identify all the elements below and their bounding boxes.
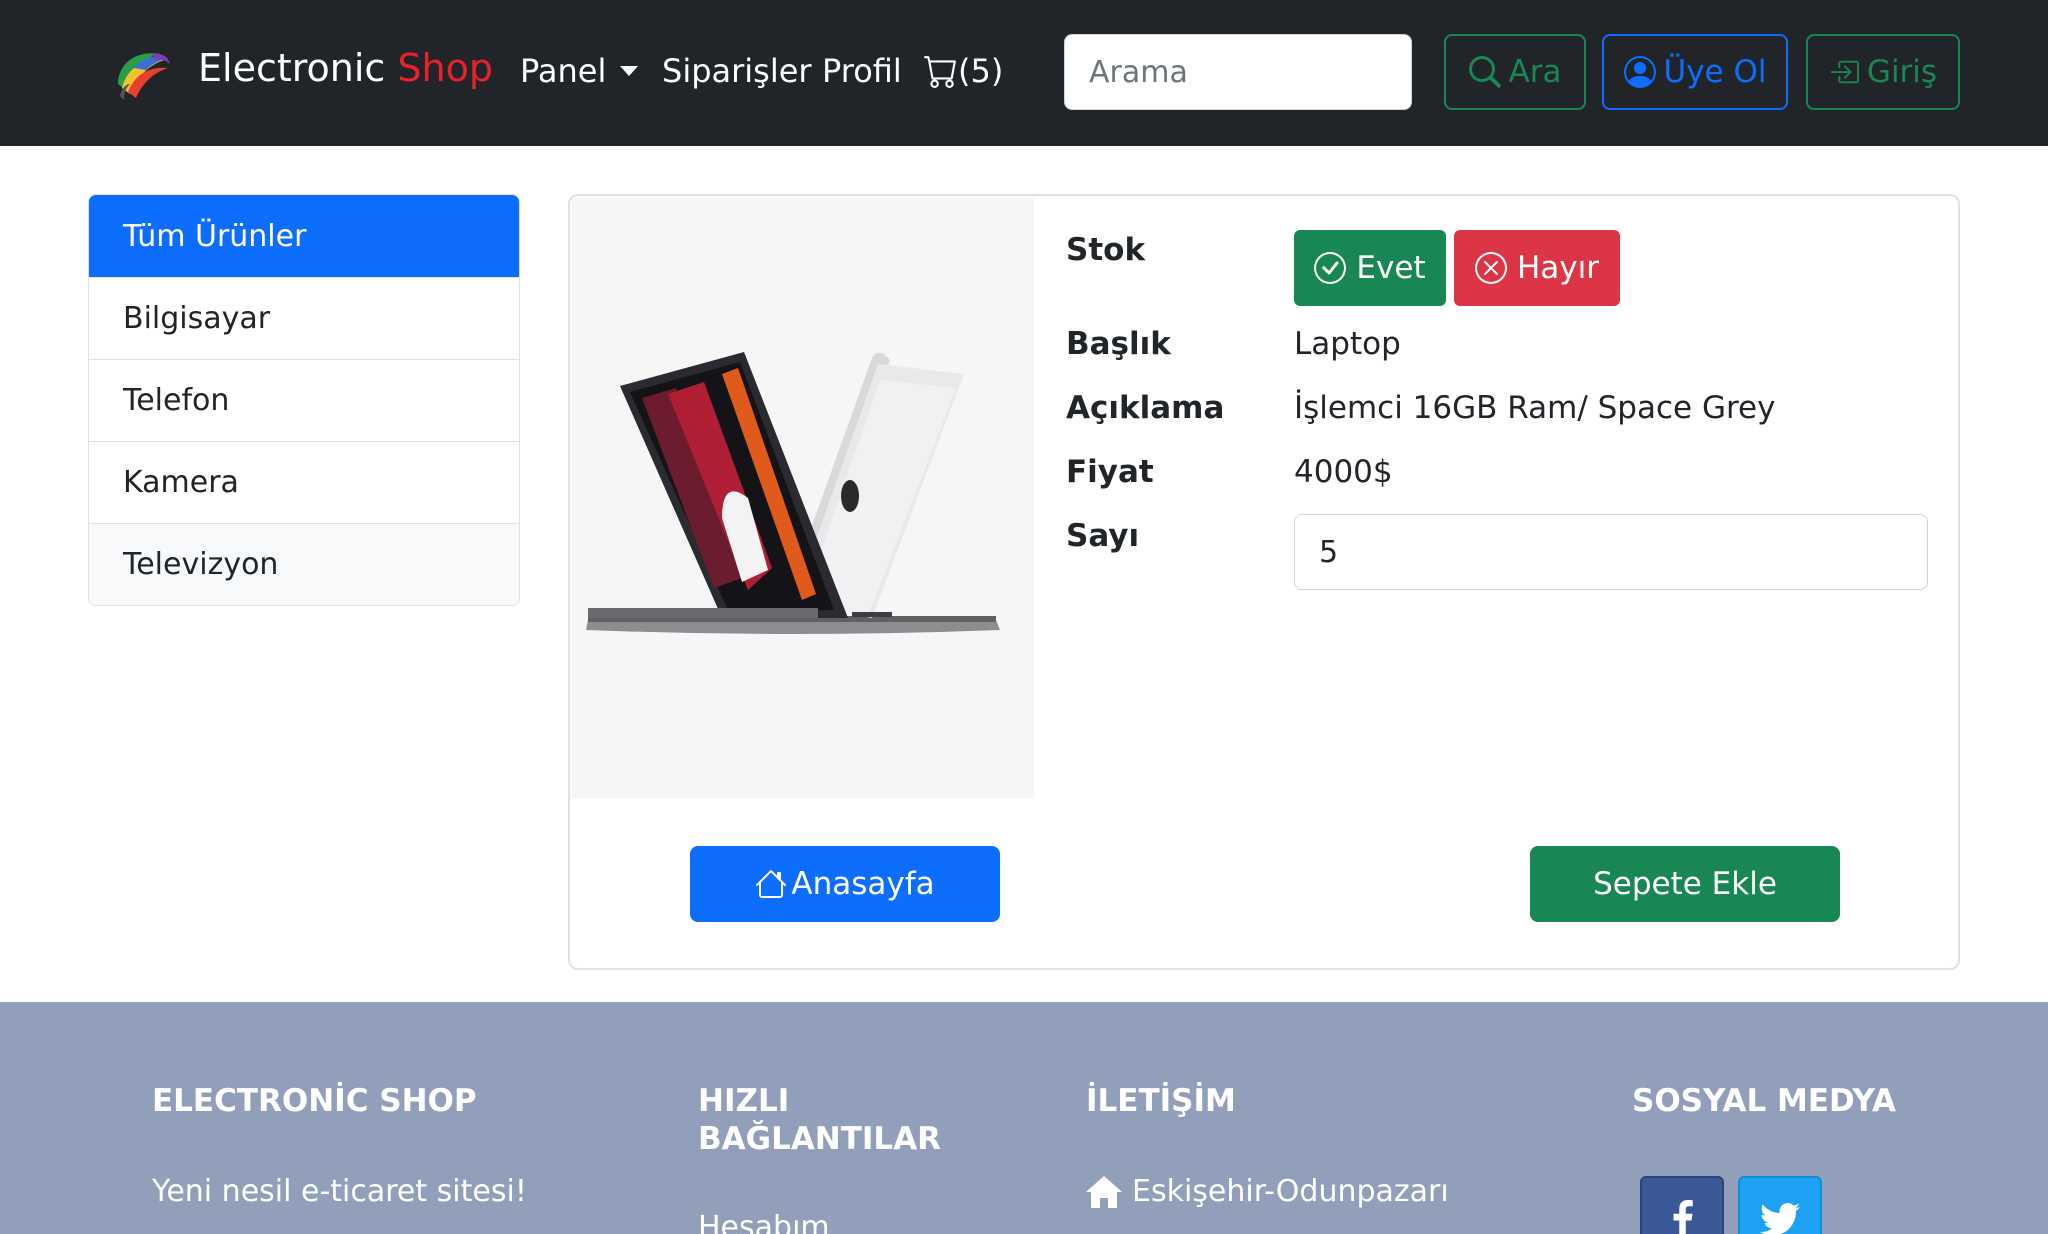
home-icon	[1086, 1175, 1122, 1208]
brand-accent: Shop	[397, 46, 493, 90]
nav-cart-link[interactable]: (5)	[924, 52, 1003, 90]
stock-yes-label: Evet	[1356, 250, 1426, 286]
price-value: 4000$	[1294, 454, 1393, 490]
category-list: Tüm Ürünler Bilgisayar Telefon Kamera Te…	[88, 194, 520, 606]
stock-yes-button[interactable]: Evet	[1294, 230, 1446, 306]
category-item-camera[interactable]: Kamera	[89, 441, 519, 523]
chevron-down-icon	[620, 66, 639, 76]
footer-about-heading: ELECTRONİC SHOP	[152, 1083, 477, 1119]
product-image	[572, 198, 1034, 798]
search-button-label: Ara	[1508, 54, 1562, 90]
footer-links-heading: HIZLI BAĞLANTILAR	[698, 1082, 941, 1158]
footer-social-heading: SOSYAL MEDYA	[1632, 1083, 1896, 1119]
register-button[interactable]: Üye Ol	[1602, 34, 1788, 110]
title-value: Laptop	[1294, 326, 1401, 362]
category-item-computer[interactable]: Bilgisayar	[89, 277, 519, 359]
category-item-all[interactable]: Tüm Ürünler	[89, 195, 519, 277]
product-card: Stok Evet Hayır Başlık Laptop Açıklama İ…	[568, 194, 1960, 970]
category-item-phone[interactable]: Telefon	[89, 359, 519, 441]
login-button-label: Giriş	[1866, 54, 1938, 90]
register-button-label: Üye Ol	[1663, 54, 1767, 90]
nav-orders-link[interactable]: Siparişler	[662, 52, 812, 90]
title-label: Başlık	[1066, 326, 1171, 362]
footer-links-heading-line2: BAĞLANTILAR	[698, 1121, 942, 1157]
footer: ELECTRONİC SHOP Yeni nesil e-ticaret sit…	[0, 1002, 2048, 1234]
home-button-label: Anasayfa	[791, 866, 935, 902]
home-button[interactable]: Anasayfa	[690, 846, 1000, 922]
x-circle-icon	[1474, 252, 1507, 284]
footer-link-account[interactable]: Hesabım	[698, 1210, 830, 1234]
navbar: Electronic Shop Panel Siparişler Profil …	[0, 0, 2048, 146]
description-label: Açıklama	[1066, 390, 1225, 426]
facebook-icon	[1673, 1200, 1693, 1234]
add-to-cart-button[interactable]: Sepete Ekle	[1530, 846, 1840, 922]
search-icon	[1468, 56, 1501, 88]
footer-links-heading-line1: HIZLI	[698, 1083, 790, 1119]
house-icon	[756, 870, 787, 898]
twitter-button[interactable]	[1738, 1176, 1822, 1234]
search-button[interactable]: Ara	[1444, 34, 1586, 110]
footer-contact-heading: İLETİŞİM	[1086, 1083, 1236, 1119]
quantity-input[interactable]	[1294, 514, 1928, 590]
footer-contact-address: Eskişehir-Odunpazarı	[1086, 1174, 1449, 1209]
category-item-television[interactable]: Televizyon	[89, 523, 519, 605]
description-value: İşlemci 16GB Ram/ Space Grey	[1294, 390, 1776, 426]
brand-main: Electronic	[198, 46, 386, 90]
stock-no-label: Hayır	[1516, 250, 1599, 286]
stock-label: Stok	[1066, 232, 1146, 268]
quantity-label: Sayı	[1066, 518, 1140, 554]
login-button[interactable]: Giriş	[1806, 34, 1960, 110]
search-input[interactable]	[1064, 34, 1412, 110]
footer-address-text: Eskişehir-Odunpazarı	[1132, 1174, 1449, 1209]
person-circle-icon	[1623, 56, 1656, 88]
login-icon	[1830, 60, 1859, 84]
twitter-icon	[1760, 1203, 1800, 1234]
footer-about-text: Yeni nesil e-ticaret sitesi!	[152, 1174, 527, 1209]
nav-panel-dropdown[interactable]: Panel	[520, 52, 639, 90]
nav-profile-link[interactable]: Profil	[822, 52, 902, 90]
nav-panel-label: Panel	[520, 52, 607, 90]
cart-icon	[924, 56, 956, 88]
cart-count: (5)	[958, 52, 1004, 90]
brand-logo-icon[interactable]	[112, 44, 174, 106]
brand-name[interactable]: Electronic Shop	[198, 46, 493, 90]
price-label: Fiyat	[1066, 454, 1154, 490]
check-circle-icon	[1314, 252, 1347, 284]
facebook-button[interactable]	[1640, 1176, 1724, 1234]
stock-no-button[interactable]: Hayır	[1454, 230, 1620, 306]
